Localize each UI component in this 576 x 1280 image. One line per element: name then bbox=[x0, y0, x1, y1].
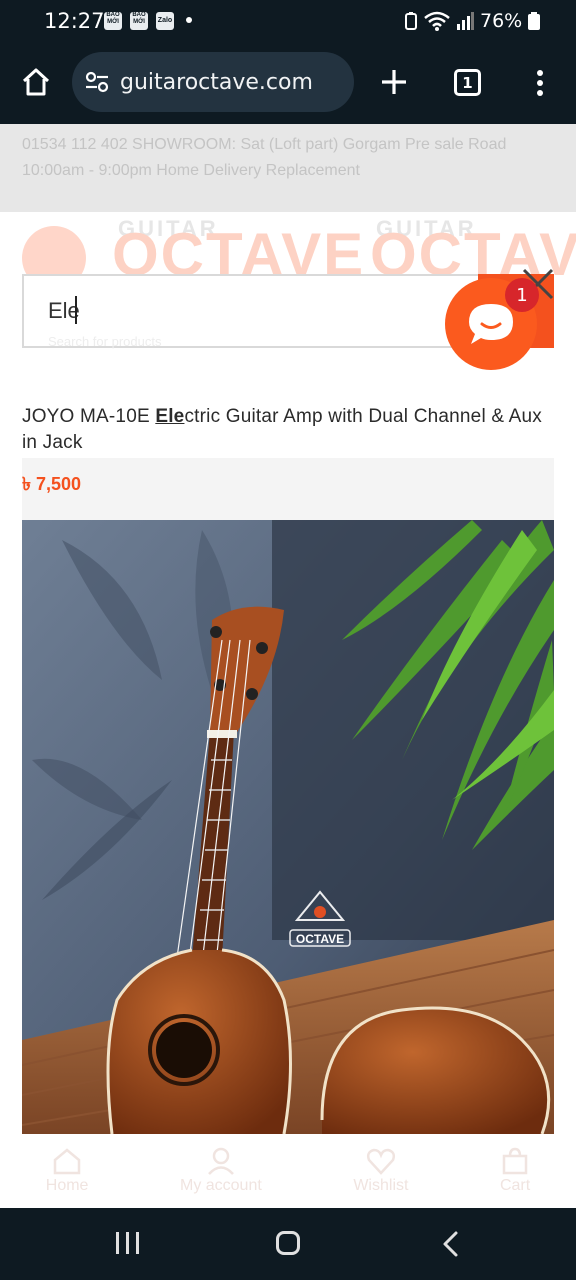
site-settings-icon[interactable] bbox=[84, 69, 110, 95]
home-icon bbox=[22, 68, 50, 96]
browser-menu-button[interactable] bbox=[530, 66, 550, 100]
user-icon bbox=[207, 1147, 234, 1175]
menu-dot bbox=[537, 70, 543, 76]
price-row: ৳ 7,500 bbox=[22, 458, 554, 520]
system-icons: 76% bbox=[404, 10, 541, 32]
cart-icon bbox=[502, 1147, 528, 1175]
image-watermark: OCTAVE bbox=[296, 932, 344, 946]
baomoi-notification-icon: BÁO MỚI bbox=[104, 12, 122, 30]
menu-dot bbox=[537, 90, 543, 96]
plus-icon bbox=[382, 70, 406, 94]
recent-apps-button[interactable] bbox=[116, 1232, 139, 1254]
site-bottom-nav-faded: Home My account Wishlist Cart bbox=[0, 1134, 576, 1208]
back-icon bbox=[443, 1231, 458, 1257]
nav-wishlist[interactable]: Wishlist bbox=[353, 1147, 408, 1195]
more-notifications-dot bbox=[186, 17, 192, 23]
baomoi-notification-icon: BÁO MỚI bbox=[130, 12, 148, 30]
battery-saver-icon bbox=[405, 12, 417, 30]
web-page: 01534 112 402 SHOWROOM: Sat (Loft part) … bbox=[0, 124, 576, 1208]
heart-icon bbox=[366, 1148, 395, 1175]
nav-cart[interactable]: Cart bbox=[500, 1147, 530, 1195]
battery-icon bbox=[528, 12, 541, 30]
wifi-icon bbox=[424, 11, 450, 31]
ukulele-photo: OCTAVE bbox=[22, 520, 554, 1134]
product-image[interactable]: OCTAVE bbox=[22, 520, 554, 1134]
text-cursor bbox=[75, 296, 77, 324]
battery-percentage: 76% bbox=[480, 10, 523, 32]
home-button[interactable] bbox=[14, 62, 58, 102]
product-price: ৳ 7,500 bbox=[22, 474, 82, 494]
search-placeholder-faded: Search for products bbox=[48, 334, 162, 349]
tab-switcher-button[interactable]: 1 bbox=[454, 69, 481, 96]
zalo-notification-icon: Zalo bbox=[156, 12, 174, 30]
url-text: guitaroctave.com bbox=[120, 69, 313, 95]
status-bar: 12:27 BÁO MỚI BÁO MỚI Zalo 76% bbox=[0, 0, 576, 42]
nav-my-account[interactable]: My account bbox=[180, 1147, 262, 1195]
search-result-title[interactable]: JOYO MA-10E Electric Guitar Amp with Dua… bbox=[22, 404, 554, 456]
android-navigation-bar bbox=[0, 1208, 576, 1280]
new-tab-button[interactable] bbox=[376, 64, 412, 100]
clock: 12:27 bbox=[44, 9, 105, 33]
browser-toolbar: guitaroctave.com 1 bbox=[0, 42, 576, 124]
chat-unread-badge: 1 bbox=[505, 278, 539, 312]
menu-dot bbox=[537, 80, 543, 86]
address-bar[interactable]: guitaroctave.com bbox=[72, 52, 354, 112]
signal-icon bbox=[457, 12, 474, 30]
search-match-highlight: Ele bbox=[155, 406, 185, 427]
site-topbar-faded: 01534 112 402 SHOWROOM: Sat (Loft part) … bbox=[0, 124, 576, 212]
home-icon bbox=[53, 1148, 81, 1175]
back-button[interactable] bbox=[440, 1230, 460, 1263]
android-home-button[interactable] bbox=[276, 1231, 300, 1255]
nav-home[interactable]: Home bbox=[46, 1147, 88, 1195]
